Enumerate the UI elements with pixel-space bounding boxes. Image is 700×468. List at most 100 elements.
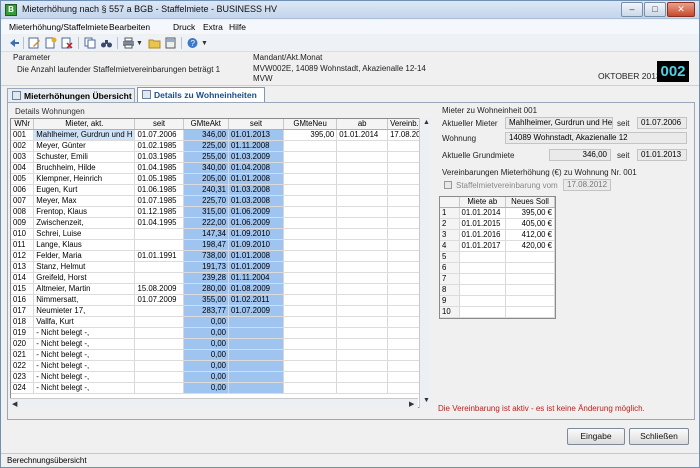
table-row[interactable]: 022- Nicht belegt -, 0,00 <box>11 360 430 372</box>
menu-hilfe[interactable]: Hilfe <box>229 22 246 32</box>
table-cell: 01.08.2009 <box>228 283 284 295</box>
table-row[interactable]: 018 Vallfa, Kurt 0,00 <box>11 316 430 328</box>
input-button[interactable]: Eingabe <box>567 428 625 445</box>
close-button[interactable]: Schließen <box>629 428 689 445</box>
units-grid-horizontal-scrollbar[interactable]: ◀ ▶ <box>10 398 418 408</box>
table-cell <box>283 184 338 196</box>
table-cell: Neumieter 17, <box>33 305 136 317</box>
table-row[interactable]: 8 <box>440 284 555 296</box>
help-dropdown-icon[interactable]: ▼ <box>201 40 208 47</box>
scroll-up-icon[interactable]: ▲ <box>423 119 430 126</box>
svg-text:?: ? <box>191 39 196 48</box>
table-row[interactable]: 010 Schrei, Luise 147,34 01.09.2010 <box>11 228 430 240</box>
menu-druck[interactable]: Druck <box>173 22 195 32</box>
table-row[interactable]: 5 <box>440 251 555 263</box>
table-row[interactable]: 005 Klempner, Heinrich 01.05.1985 205,00 01.… <box>11 173 430 185</box>
copy-icon[interactable] <box>84 37 97 49</box>
table-row[interactable]: 012 Felder, Maria 01.01.1991 738,00 01.01.20… <box>11 250 430 262</box>
scroll-down-icon[interactable]: ▼ <box>423 397 430 404</box>
title-bar[interactable]: B Mieterhöhung nach § 557 a BGB - Staffe… <box>1 1 699 19</box>
table-row[interactable]: 013 Stanz, Helmut 191,73 01.01.2009 <box>11 261 430 273</box>
units-table: WNr Mieter, akt. seit GMteAkt seit GMteNeu ab V… <box>11 119 430 394</box>
table-cell: 205,00 <box>183 173 230 185</box>
menu-mieterhoehung[interactable]: Mieterhöhung/Staffelmiete <box>9 22 108 32</box>
column-header[interactable]: seit <box>134 119 184 130</box>
tab-overview[interactable]: Mieterhöhungen Übersicht <box>7 88 135 103</box>
table-row[interactable]: 001 Mahlheimer, Gurdrun und H 01.07.2006 34… <box>11 129 430 141</box>
column-header <box>440 197 460 208</box>
table-row[interactable]: 4 01.01.2017 420,00 € <box>440 240 555 252</box>
scroll-right-icon[interactable]: ▶ <box>409 400 414 408</box>
table-row[interactable]: 014 Greifeld, Horst 239,28 01.11.2004 <box>11 272 430 284</box>
table-row[interactable]: 3 01.01.2016 412,00 € <box>440 229 555 241</box>
table-row[interactable]: 10 <box>440 306 555 318</box>
menu-bearbeiten[interactable]: Bearbeiten <box>109 22 150 32</box>
table-row[interactable]: 6 <box>440 262 555 274</box>
table-cell <box>505 273 555 285</box>
minimize-button[interactable]: – <box>621 2 643 17</box>
new-document-icon[interactable] <box>44 37 57 49</box>
table-row[interactable]: 024- Nicht belegt -, 0,00 <box>11 382 430 394</box>
binoculars-icon[interactable] <box>100 37 113 49</box>
table-cell: 01.06.1985 <box>134 184 184 196</box>
calculator-icon[interactable] <box>164 37 177 49</box>
toolbar-separator <box>23 37 24 49</box>
delete-document-icon[interactable] <box>60 37 73 49</box>
scroll-left-icon[interactable]: ◀ <box>12 400 17 408</box>
table-cell: 003 <box>11 151 35 163</box>
tenant-label: Aktueller Mieter <box>442 119 498 128</box>
column-header[interactable]: GMteAkt <box>183 119 230 130</box>
table-cell <box>505 262 555 274</box>
table-row[interactable]: 003 Schuster, Emili 01.03.1985 255,00 01.03.… <box>11 151 430 163</box>
table-row[interactable]: 011 Lange, Klaus 198,47 01.09.2010 <box>11 239 430 251</box>
column-header[interactable]: GMteNeu <box>283 119 338 130</box>
column-header[interactable]: Mieter, akt. <box>33 119 136 130</box>
table-cell <box>228 338 284 350</box>
menu-extra[interactable]: Extra <box>203 22 223 32</box>
table-cell: 01.02.1985 <box>134 140 184 152</box>
table-row[interactable]: 019- Nicht belegt -, 0,00 <box>11 327 430 339</box>
column-header[interactable]: WNr <box>11 119 35 130</box>
table-row[interactable]: 008 Frentop, Klaus 01.12.1985 315,00 01.06.2… <box>11 206 430 218</box>
units-grid-vertical-scrollbar[interactable]: ▲ ▼ <box>419 118 431 408</box>
units-grid[interactable]: WNr Mieter, akt. seit GMteAkt seit GMteNeu ab V… <box>10 118 431 408</box>
print-dropdown-icon[interactable]: ▼ <box>136 40 143 47</box>
table-cell <box>134 327 184 339</box>
table-row[interactable]: 004 Bruchheim, Hilde 01.04.1985 340,00 01.04… <box>11 162 430 174</box>
table-row[interactable]: 9 <box>440 295 555 307</box>
table-cell: Greifeld, Horst <box>33 272 136 284</box>
table-cell <box>283 371 338 383</box>
agreements-table: Miete ab Neues Soll 1 01.01.2014 395,00 €2 0… <box>440 197 555 318</box>
maximize-button[interactable]: □ <box>644 2 666 17</box>
table-row[interactable]: 023- Nicht belegt -, 0,00 <box>11 371 430 383</box>
folder-icon[interactable] <box>148 37 161 49</box>
table-row[interactable]: 007 Meyer, Max 01.07.1985 225,70 01.03.2008 <box>11 195 430 207</box>
table-row[interactable]: 015 Altmeier, Martin 15.08.2009 280,00 01.08… <box>11 283 430 295</box>
table-cell: Zwischenzeit, <box>33 217 136 229</box>
table-cell: Eugen, Kurt <box>33 184 136 196</box>
table-row[interactable]: 021- Nicht belegt -, 0,00 <box>11 349 430 361</box>
table-row[interactable]: 006 Eugen, Kurt 01.06.1985 240,31 01.03.2008 <box>11 184 430 196</box>
tab-overview-label: Mieterhöhungen Übersicht <box>24 91 132 101</box>
table-row[interactable]: 016 Nimmersatt, 01.07.2009 355,00 01.02.2011 <box>11 294 430 306</box>
table-row[interactable]: 020- Nicht belegt -, 0,00 <box>11 338 430 350</box>
print-icon[interactable] <box>122 37 135 49</box>
table-cell: 9 <box>440 295 460 307</box>
table-row[interactable]: 2 01.01.2015 405,00 € <box>440 218 555 230</box>
table-row[interactable]: 7 <box>440 273 555 285</box>
tab-details[interactable]: Details zu Wohneinheiten <box>137 87 265 103</box>
agreements-grid[interactable]: Miete ab Neues Soll 1 01.01.2014 395,00 €2 0… <box>439 196 556 319</box>
edit-icon[interactable] <box>28 37 41 49</box>
table-row[interactable]: 1 01.01.2014 395,00 € <box>440 207 555 219</box>
column-header[interactable]: ab <box>336 119 389 130</box>
close-window-button[interactable]: ✕ <box>667 2 695 17</box>
column-header[interactable]: seit <box>228 119 284 130</box>
staffelmiete-checkbox[interactable] <box>444 181 452 189</box>
help-icon[interactable]: ? <box>186 37 199 49</box>
table-cell <box>134 360 184 372</box>
table-row[interactable]: 017 Neumieter 17, 283,77 01.07.2009 <box>11 305 430 317</box>
table-row[interactable]: 009 Zwischenzeit, 01.04.1995 222,00 01.06.20… <box>11 217 430 229</box>
table-cell <box>134 228 184 240</box>
back-icon[interactable] <box>7 37 20 49</box>
table-row[interactable]: 002 Meyer, Günter 01.02.1985 225,00 01.11.20… <box>11 140 430 152</box>
